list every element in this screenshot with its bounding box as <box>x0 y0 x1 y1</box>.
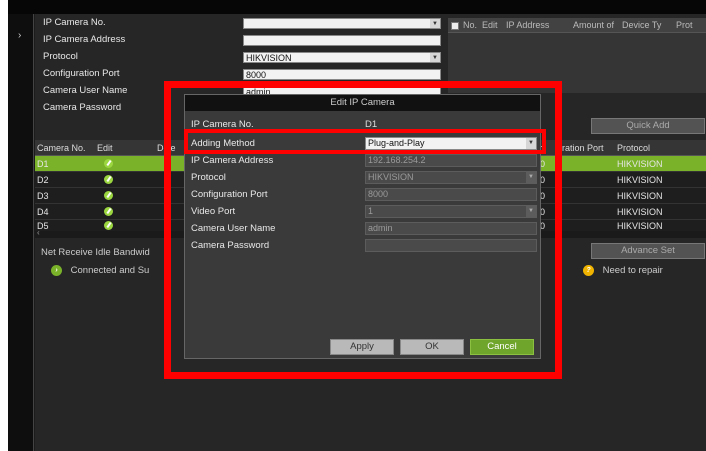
nvr-window: › IP Camera No. ▼ IP Camera Address Prot… <box>8 0 706 451</box>
col-camera-no: Camera No. <box>37 143 86 153</box>
col-edit: Edit <box>97 143 113 153</box>
advance-set-button[interactable]: Advance Set <box>591 243 705 259</box>
protocol-value: HIKVISION <box>246 53 292 63</box>
protocol: HIKVISION <box>617 191 663 201</box>
legend-repair-label: Need to repair <box>602 265 663 277</box>
edit-icon[interactable] <box>104 175 113 184</box>
chevron-down-icon[interactable]: ▼ <box>430 19 440 28</box>
select-all-checkbox[interactable] <box>451 20 459 30</box>
ip-camera-no-select[interactable]: ▼ <box>243 18 441 29</box>
quick-add-button[interactable]: Quick Add <box>591 118 705 134</box>
protocol: HIKVISION <box>617 175 663 185</box>
edit-icon[interactable] <box>104 207 113 216</box>
camera-id: D3 <box>37 191 49 201</box>
camera-id: D1 <box>37 159 49 169</box>
camera-user-name-label: Camera User Name <box>43 85 128 96</box>
edit-icon[interactable] <box>104 159 113 168</box>
col-ip-address: IP Address <box>506 20 550 30</box>
col-amount: Amount of <box>573 20 615 30</box>
col-device-type: Device Ty <box>622 20 662 30</box>
highlight-box-adding-method <box>184 129 546 154</box>
edit-icon[interactable] <box>104 221 113 230</box>
protocol: HIKVISION <box>617 207 663 217</box>
ip-camera-address-field[interactable] <box>243 35 441 46</box>
scroll-left-icon[interactable]: ‹ <box>37 228 40 237</box>
online-device-table-header: No. Edit IP Address Amount of Device Ty … <box>448 18 706 33</box>
col-no: No. <box>463 20 478 30</box>
edit-icon[interactable] <box>104 191 113 200</box>
camera-password-label: Camera Password <box>43 102 122 113</box>
highlight-box-dialog <box>164 81 562 379</box>
protocol: HIKVISION <box>617 159 663 169</box>
col-protocol: Protocol <box>617 143 651 153</box>
configuration-port-label: Configuration Port <box>43 68 120 79</box>
protocol-label: Protocol <box>43 51 78 62</box>
col-config-port: uration Port <box>557 143 604 153</box>
legend-connected-label: Connected and Su <box>70 265 150 277</box>
col-protocol: Prot <box>676 20 693 30</box>
chevron-down-icon[interactable]: ▼ <box>430 53 440 62</box>
ip-camera-no-label: IP Camera No. <box>43 17 106 28</box>
ip-camera-address-label: IP Camera Address <box>43 34 126 45</box>
camera-id: D2 <box>37 175 49 185</box>
bandwidth-label: Net Receive Idle Bandwid <box>41 247 150 258</box>
configuration-port-value: 8000 <box>246 70 267 80</box>
camera-id: D4 <box>37 207 49 217</box>
side-panel-toggle[interactable]: › <box>8 14 34 451</box>
warning-icon: ? <box>583 265 594 276</box>
top-bar <box>8 0 706 14</box>
col-edit: Edit <box>482 20 498 30</box>
legend-repair: ? Need to repair <box>583 265 663 276</box>
protocol-select[interactable]: HIKVISION ▼ <box>243 52 441 63</box>
chevron-right-icon[interactable]: › <box>18 30 21 41</box>
connected-status-icon: › <box>51 265 62 276</box>
protocol: HIKVISION <box>617 221 663 231</box>
configuration-port-field[interactable]: 8000 <box>243 69 441 80</box>
